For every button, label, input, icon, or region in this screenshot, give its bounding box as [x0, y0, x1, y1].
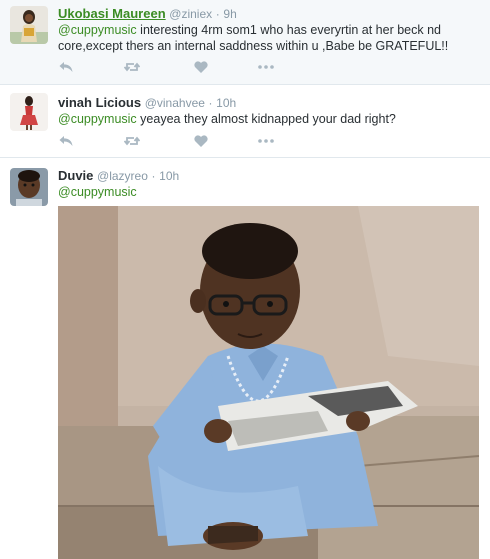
tweet-photo[interactable]: [58, 206, 479, 559]
mention-link[interactable]: @cuppymusic: [58, 112, 137, 126]
heart-icon: [194, 135, 208, 147]
tweet-2[interactable]: vinah Licious @vinahvee · 10h @cuppymusi…: [0, 85, 490, 157]
retweet-button[interactable]: [124, 60, 140, 74]
author-handle[interactable]: @ziniex: [169, 7, 212, 21]
reply-icon: [59, 136, 73, 146]
author-name[interactable]: vinah Licious: [58, 95, 141, 110]
more-icon: [258, 139, 274, 143]
timestamp[interactable]: 10h: [159, 169, 179, 183]
mention-link[interactable]: @cuppymusic: [58, 185, 137, 199]
retweet-icon: [124, 62, 140, 72]
heart-icon: [194, 61, 208, 73]
retweet-icon: [124, 136, 140, 146]
retweet-button[interactable]: [124, 134, 140, 148]
avatar-image: [10, 6, 48, 44]
photo-image: [58, 206, 479, 559]
avatar-image: [10, 168, 48, 206]
avatar[interactable]: [10, 6, 48, 44]
tweet-actions: [58, 60, 288, 74]
tweet-text: @cuppymusic interesting 4rm som1 who has…: [58, 22, 478, 54]
tweet-text: @cuppymusic yeayea they almost kidnapped…: [58, 111, 478, 127]
separator: ·: [208, 96, 213, 110]
avatar[interactable]: [10, 93, 48, 131]
tweet-1[interactable]: Ukobasi Maureen @ziniex · 9h @cuppymusic…: [0, 0, 490, 84]
tweet-text: @cuppymusic: [58, 184, 478, 200]
timestamp[interactable]: 10h: [216, 96, 236, 110]
tweet-body: yeayea they almost kidnapped your dad ri…: [136, 112, 396, 126]
author-handle[interactable]: @lazyreo: [97, 169, 148, 183]
more-button[interactable]: [258, 60, 274, 74]
timestamp[interactable]: 9h: [223, 7, 236, 21]
reply-icon: [59, 62, 73, 72]
author-name[interactable]: Ukobasi Maureen: [58, 6, 166, 21]
author-name[interactable]: Duvie: [58, 168, 93, 183]
reply-button[interactable]: [58, 60, 74, 74]
avatar-image: [10, 93, 48, 131]
separator: ·: [215, 7, 220, 21]
like-button[interactable]: [193, 134, 209, 148]
reply-button[interactable]: [58, 134, 74, 148]
more-icon: [258, 65, 274, 69]
avatar[interactable]: [10, 168, 48, 206]
tweet-actions: [58, 134, 288, 148]
more-button[interactable]: [258, 134, 274, 148]
author-handle[interactable]: @vinahvee: [145, 96, 205, 110]
like-button[interactable]: [193, 60, 209, 74]
separator: ·: [151, 169, 156, 183]
mention-link[interactable]: @cuppymusic: [58, 23, 137, 37]
